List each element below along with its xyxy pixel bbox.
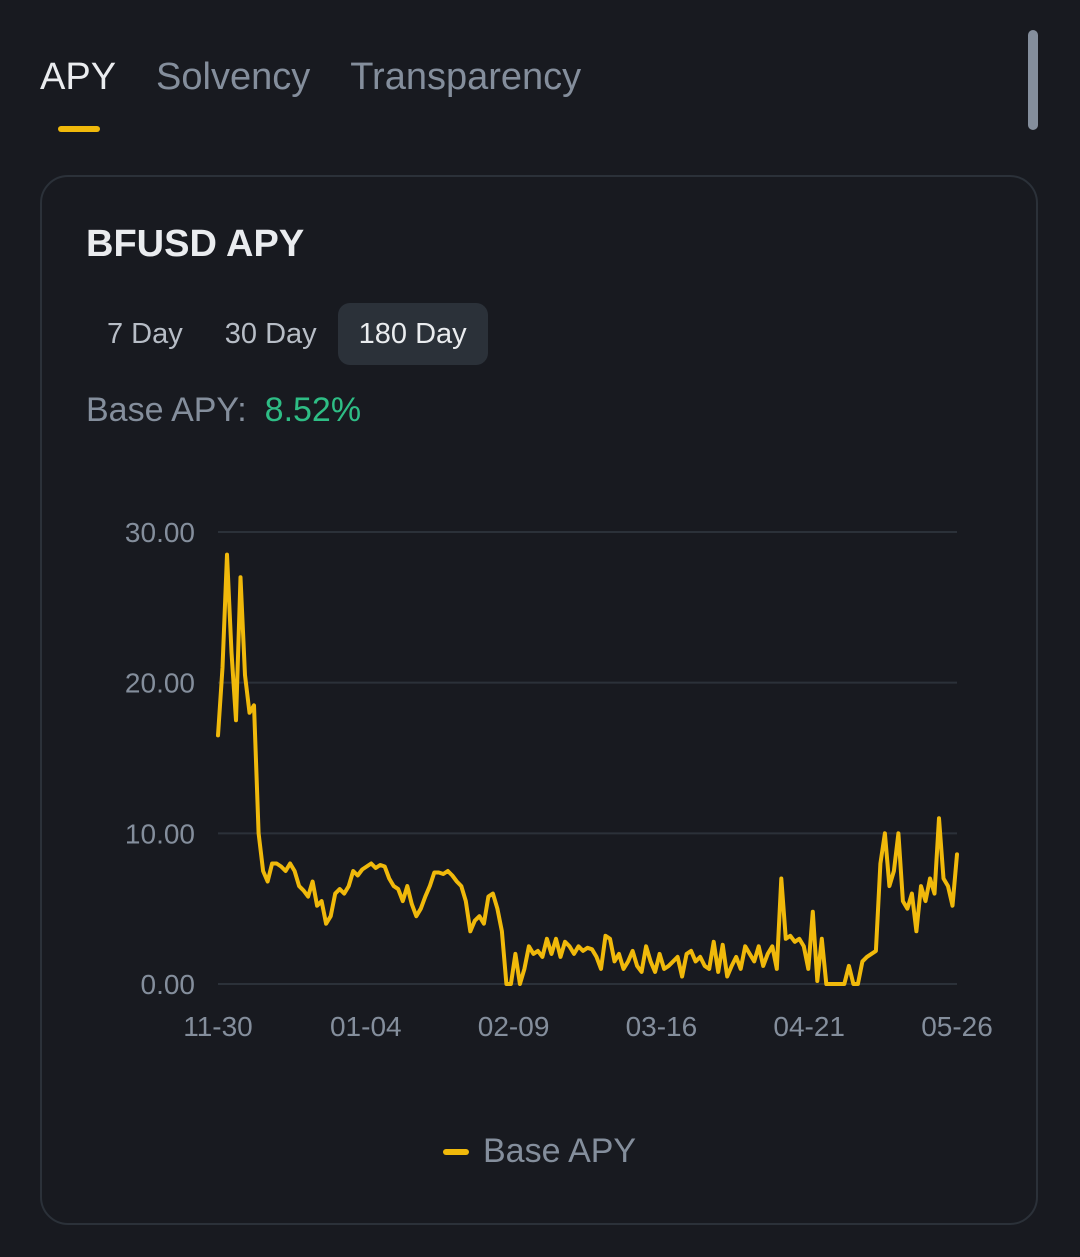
apy-line-chart: 30.00 20.00 10.00 0.00 11-30 01-04 02-09 03-16 0… xyxy=(125,517,993,1042)
x-tick-label: 01-04 xyxy=(330,1011,402,1042)
x-tick-label: 03-16 xyxy=(626,1011,698,1042)
y-tick-label: 10.00 xyxy=(125,818,195,849)
x-tick-label: 04-21 xyxy=(773,1011,845,1042)
series-line-base-apy xyxy=(216,552,959,986)
x-tick-label: 11-30 xyxy=(183,1011,253,1042)
y-tick-label: 0.00 xyxy=(141,969,196,1000)
y-tick-label: 20.00 xyxy=(125,668,195,699)
x-tick-label: 05-26 xyxy=(921,1011,993,1042)
y-tick-label: 30.00 xyxy=(125,517,195,548)
x-tick-label: 02-09 xyxy=(478,1011,550,1042)
